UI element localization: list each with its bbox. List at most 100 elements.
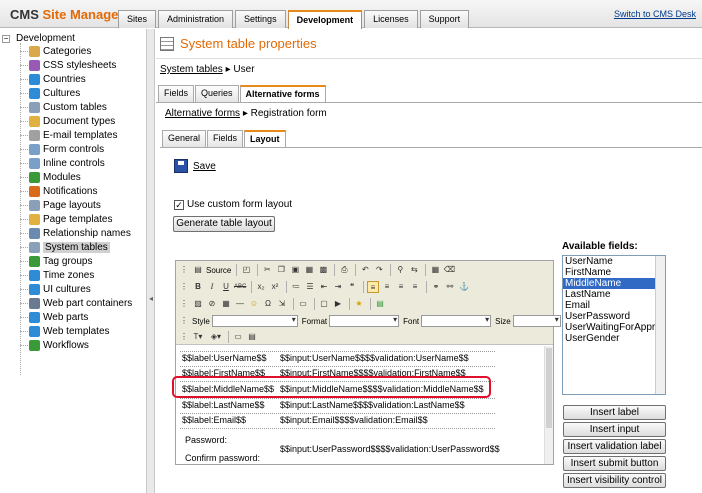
superscript-icon[interactable]: x² (269, 281, 281, 293)
table-icon[interactable]: ▦ (220, 298, 232, 310)
bulleted-list-icon[interactable]: ☰ (304, 281, 316, 293)
collapse-arrow-icon[interactable]: ◂ (149, 291, 153, 307)
paste-text-icon[interactable]: ▦ (303, 264, 315, 276)
redo-icon[interactable]: ↷ (373, 264, 385, 276)
flash-icon[interactable]: ⊘ (206, 298, 218, 310)
breadcrumb-link-system-tables[interactable]: System tables (160, 64, 223, 75)
paste-word-icon[interactable]: ▩ (317, 264, 329, 276)
sidebar-item-relationship-names[interactable]: Relationship names (20, 226, 131, 240)
field-option[interactable]: UserWaitingForAppro (563, 322, 665, 333)
use-custom-layout-checkbox[interactable]: ✓ Use custom form layout (174, 199, 292, 210)
style-select[interactable] (211, 315, 298, 327)
source-button-label[interactable]: Source (206, 266, 231, 275)
tab-settings[interactable]: Settings (235, 10, 286, 28)
tab-alternative-forms[interactable]: Alternative forms (239, 85, 326, 102)
tab-licenses[interactable]: Licenses (364, 10, 418, 28)
font-select[interactable] (421, 315, 492, 327)
tab-queries[interactable]: Queries (195, 85, 239, 102)
numbered-list-icon[interactable]: ≔ (290, 281, 302, 293)
tab-sites[interactable]: Sites (118, 10, 157, 28)
align-right-icon[interactable]: ≡ (395, 281, 407, 293)
tab-administration[interactable]: Administration (158, 10, 234, 28)
field-option[interactable]: LastName (563, 289, 665, 300)
star-icon[interactable]: ★ (353, 298, 365, 310)
sidebar-item-web-part-containers[interactable]: Web part containers (20, 296, 132, 310)
source-icon[interactable]: ▤ (192, 264, 204, 276)
bold-icon[interactable]: B (192, 281, 204, 293)
sidebar-item-web-templates[interactable]: Web templates (20, 324, 110, 338)
tab-fields[interactable]: Fields (158, 85, 195, 102)
sidebar-item-page-templates[interactable]: Page templates (20, 212, 113, 226)
sidebar-item-document-types[interactable]: Document types (20, 114, 115, 128)
sidebar-item-countries[interactable]: Countries (20, 72, 86, 86)
cut-icon[interactable]: ✂ (261, 264, 273, 276)
insert-validation-label-button[interactable]: Insert validation label (563, 439, 666, 454)
align-left-icon[interactable]: ≡ (367, 281, 379, 293)
blockquote-icon[interactable]: ❝ (346, 281, 358, 293)
insert-widget-icon[interactable]: ▤ (374, 298, 386, 310)
tab-general[interactable]: General (162, 130, 207, 147)
editor-content[interactable]: $$label:UserName$$ $$input:UserName$$$$v… (176, 346, 543, 464)
fields-list-scrollbar[interactable] (655, 256, 665, 394)
find-icon[interactable]: ⚲ (394, 264, 406, 276)
align-justify-icon[interactable]: ≡ (409, 281, 421, 293)
page-break-icon[interactable]: ⇲ (276, 298, 288, 310)
save-button[interactable]: Save (174, 159, 216, 173)
italic-icon[interactable]: I (206, 281, 218, 293)
align-center-icon[interactable]: ≡ (381, 281, 393, 293)
field-option[interactable]: Email (563, 300, 665, 311)
sidebar-item-inline-controls[interactable]: Inline controls (20, 156, 105, 170)
field-option-selected[interactable]: MiddleName (563, 278, 665, 289)
size-select[interactable] (512, 315, 561, 327)
maximize-icon[interactable]: ▭ (232, 331, 244, 343)
sidebar-item-workflows[interactable]: Workflows (20, 338, 89, 352)
field-option[interactable]: UserPassword (563, 311, 665, 322)
breadcrumb-link-alternative-forms[interactable]: Alternative forms (165, 108, 240, 119)
subscript-icon[interactable]: x₂ (255, 281, 267, 293)
image-icon[interactable]: ▨ (192, 298, 204, 310)
horizontal-rule-icon[interactable]: ― (234, 298, 246, 310)
insert-label-button[interactable]: Insert label (563, 405, 666, 420)
remove-format-icon[interactable]: ⌫ (443, 264, 455, 276)
collapse-icon[interactable]: − (2, 34, 10, 43)
media-icon[interactable]: ▢ (318, 298, 330, 310)
select-all-icon[interactable]: ▦ (429, 264, 441, 276)
link-icon[interactable]: ⚭ (430, 281, 442, 293)
unlink-icon[interactable]: ⚯ (444, 281, 456, 293)
sidebar-item-tag-groups[interactable]: Tag groups (20, 254, 92, 268)
underline-icon[interactable]: U (220, 281, 232, 293)
form-icon[interactable]: ▭ (297, 298, 309, 310)
replace-icon[interactable]: ⇆ (408, 264, 420, 276)
sidebar-item-form-controls[interactable]: Form controls (20, 142, 104, 156)
text-color-icon[interactable]: T▾ (192, 331, 204, 343)
anchor-icon[interactable]: ⚓ (458, 281, 470, 293)
sidebar-item-time-zones[interactable]: Time zones (20, 268, 94, 282)
available-fields-list[interactable]: UserName FirstName MiddleName LastName E… (562, 255, 666, 395)
sidebar-item-cultures[interactable]: Cultures (20, 86, 80, 100)
indent-icon[interactable]: ⇥ (332, 281, 344, 293)
insert-visibility-control-button[interactable]: Insert visibility control (563, 473, 666, 488)
sidebar-item-categories[interactable]: Categories (20, 44, 91, 58)
tree-root[interactable]: − Development (2, 33, 75, 44)
paste-icon[interactable]: ▣ (289, 264, 301, 276)
field-option[interactable]: UserGender (563, 333, 665, 344)
sidebar-item-e-mail-templates[interactable]: E-mail templates (20, 128, 117, 142)
generate-table-layout-button[interactable]: Generate table layout (173, 216, 275, 232)
youtube-icon[interactable]: ▶ (332, 298, 344, 310)
sidebar-item-css-stylesheets[interactable]: CSS stylesheets (20, 58, 116, 72)
copy-icon[interactable]: ❐ (275, 264, 287, 276)
format-select[interactable] (329, 315, 400, 327)
sidebar-item-page-layouts[interactable]: Page layouts (20, 198, 101, 212)
sidebar-item-system-tables[interactable]: System tables (20, 240, 110, 254)
field-option[interactable]: FirstName (563, 267, 665, 278)
undo-icon[interactable]: ↶ (359, 264, 371, 276)
print-icon[interactable]: ⎙ (338, 264, 350, 276)
show-blocks-icon[interactable]: ▤ (246, 331, 258, 343)
strikethrough-icon[interactable]: ABC (234, 281, 246, 293)
insert-input-button[interactable]: Insert input (563, 422, 666, 437)
panel-splitter[interactable]: ◂ (147, 29, 155, 493)
tab-development[interactable]: Development (287, 10, 363, 29)
sidebar-item-modules[interactable]: Modules (20, 170, 81, 184)
switch-to-cms-desk-link[interactable]: Switch to CMS Desk (614, 9, 696, 19)
sidebar-item-ui-cultures[interactable]: UI cultures (20, 282, 91, 296)
